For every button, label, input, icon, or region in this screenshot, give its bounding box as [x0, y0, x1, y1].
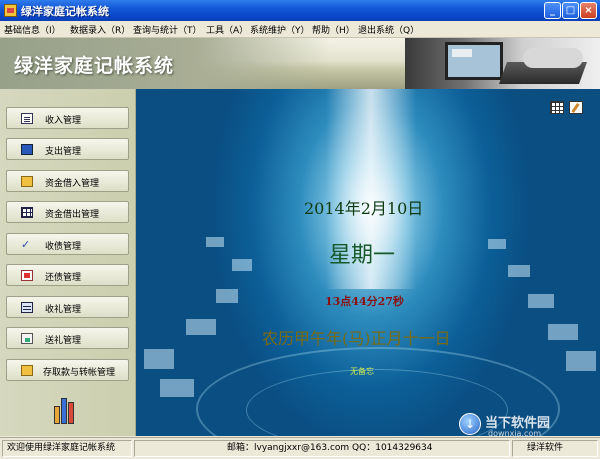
- sidebar-item-borrow-in[interactable]: 资金借入管理: [6, 170, 129, 192]
- grid-icon: [21, 207, 33, 218]
- watermark-download-icon: ↓: [459, 413, 481, 435]
- maximize-button[interactable]: □: [562, 2, 579, 19]
- calendar-grid-icon[interactable]: [550, 101, 564, 114]
- banner-laptop-image: [405, 38, 600, 89]
- sidebar-item-expense[interactable]: 支出管理: [6, 138, 129, 160]
- main-panel: 2014年2月10日 星期一 13点44分27秒 农历甲午年(马)正月十一日 无…: [136, 89, 600, 436]
- menu-data-entry[interactable]: 数据录入（R）: [70, 23, 130, 36]
- sidebar-item-label: 收债管理: [45, 242, 82, 252]
- sidebar-item-gifts-given[interactable]: 送礼管理: [6, 327, 129, 349]
- menu-system-maintenance[interactable]: 系统维护（Y）: [250, 23, 310, 36]
- sidebar-item-label: 送礼管理: [45, 336, 82, 346]
- sidebar-item-label: 支出管理: [45, 147, 82, 157]
- status-bar: 欢迎使用绿洋家庭记帐系统 邮箱：lvyangjxxr@163.com QQ：10…: [0, 437, 600, 459]
- menu-help[interactable]: 帮助（H）: [312, 23, 355, 36]
- status-company: 绿洋软件: [512, 440, 598, 457]
- sidebar: 收入管理 支出管理 资金借入管理 资金借出管理 ✓ 收债管理 还债管理 收礼管理: [0, 89, 136, 436]
- menu-bar: 基础信息（I） 数据录入（R） 查询与统计（T） 工具（A） 系统维护（Y） 帮…: [0, 21, 600, 38]
- bar-chart-icon: [52, 396, 80, 424]
- folder-icon: [21, 365, 33, 376]
- title-bar[interactable]: 绿洋家庭记帐系统 _ □ ×: [0, 0, 600, 21]
- current-date: 2014年2月10日: [304, 199, 424, 218]
- menu-basic-info[interactable]: 基础信息（I）: [4, 23, 61, 36]
- folder-icon: [21, 176, 33, 187]
- sidebar-item-repay-debt[interactable]: 还债管理: [6, 264, 129, 286]
- sidebar-item-label: 资金借出管理: [45, 210, 100, 220]
- status-contact: 邮箱：lvyangjxxr@163.com QQ：1014329634: [134, 440, 510, 457]
- current-time: 13点44分27秒: [325, 295, 404, 308]
- app-icon[interactable]: [4, 4, 17, 17]
- check-icon: ✓: [21, 238, 31, 251]
- menu-query-stats[interactable]: 查询与统计（T）: [133, 23, 202, 36]
- window-title: 绿洋家庭记帐系统: [21, 5, 109, 18]
- close-button[interactable]: ×: [580, 2, 597, 19]
- memo-status: 无备忘: [350, 367, 374, 376]
- menu-exit[interactable]: 退出系统（Q）: [358, 23, 419, 36]
- app-window: 绿洋家庭记帐系统 _ □ × 基础信息（I） 数据录入（R） 查询与统计（T） …: [0, 0, 600, 459]
- sidebar-item-label: 资金借入管理: [45, 179, 100, 189]
- card-icon: [21, 333, 33, 344]
- sidebar-item-deposit-transfer[interactable]: 存取款与转帐管理: [6, 359, 129, 381]
- header-banner: 绿洋家庭记帐系统: [0, 38, 600, 89]
- menu-tools[interactable]: 工具（A）: [206, 23, 248, 36]
- current-weekday: 星期一: [329, 243, 396, 268]
- sidebar-item-label: 还债管理: [45, 273, 82, 283]
- sidebar-item-gifts-received[interactable]: 收礼管理: [6, 296, 129, 318]
- banner-title: 绿洋家庭记帐系统: [14, 55, 175, 77]
- sidebar-item-lend-out[interactable]: 资金借出管理: [6, 201, 129, 223]
- table-icon: [21, 302, 33, 313]
- document-icon: [21, 113, 33, 124]
- sidebar-item-income[interactable]: 收入管理: [6, 107, 129, 129]
- ledger-icon: [21, 144, 33, 155]
- minimize-button[interactable]: _: [544, 2, 561, 19]
- sidebar-item-label: 收入管理: [45, 116, 82, 126]
- sidebar-item-collect-debt[interactable]: ✓ 收债管理: [6, 233, 129, 255]
- sidebar-item-label: 收礼管理: [45, 305, 82, 315]
- status-welcome: 欢迎使用绿洋家庭记帐系统: [2, 440, 132, 457]
- lunar-date: 农历甲午年(马)正月十一日: [262, 329, 451, 348]
- receipt-icon: [21, 270, 33, 281]
- edit-note-icon[interactable]: [569, 101, 583, 114]
- sidebar-item-label: 存取款与转帐管理: [43, 368, 116, 378]
